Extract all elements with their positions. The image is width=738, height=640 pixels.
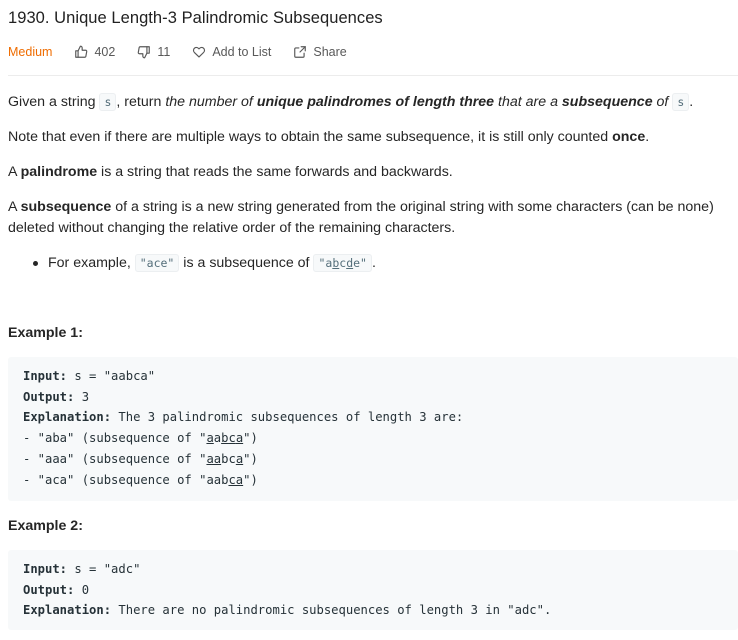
line-part: aab	[206, 472, 229, 487]
dislike-button[interactable]: 11	[137, 45, 170, 59]
thumbs-down-icon	[138, 46, 151, 59]
line-part: ")	[243, 431, 258, 446]
line-part-underlined: aa	[206, 451, 222, 466]
inline-code: "abcde"	[313, 254, 372, 272]
text: For example,	[48, 255, 135, 271]
thumbs-up-icon	[75, 45, 88, 58]
italic-text: that are a	[494, 94, 562, 110]
share-button[interactable]: Share	[293, 45, 347, 59]
bold-italic-text: subsequence	[561, 94, 653, 110]
explanation-value: The 3 palindromic subsequences of length…	[111, 410, 464, 425]
text: of a string is a new string generated fr…	[8, 199, 714, 236]
example-1-block: Input: s = "aabca" Output: 3 Explanation…	[8, 357, 738, 501]
input-value: s = "adc"	[67, 562, 141, 576]
line-part: - "aaa" (subsequence of "	[23, 451, 207, 466]
problem-title: 1930. Unique Length-3 Palindromic Subseq…	[8, 9, 383, 27]
explanation-line: - "aca" (subsequence of "aabca")	[23, 473, 258, 487]
example-2-block: Input: s = "adc" Output: 0 Explanation: …	[8, 550, 738, 630]
text: is a string that reads the same forwards…	[97, 164, 453, 180]
list-item: For example, "ace" is a subsequence of "…	[8, 253, 376, 274]
line-part: - "aba" (subsequence of "	[23, 431, 207, 446]
explanation-label: Explanation:	[23, 603, 112, 618]
example-2-title: Example 2:	[8, 518, 83, 534]
bold-text: palindrome	[20, 164, 98, 180]
dislike-count: 11	[157, 45, 171, 59]
output-value: 3	[74, 389, 90, 404]
statement-paragraph: Given a string s, return the number of u…	[8, 92, 738, 113]
input-label: Input:	[23, 369, 68, 383]
text: A	[8, 164, 21, 180]
output-label: Output:	[23, 582, 75, 597]
text: is a subsequence of	[179, 255, 314, 271]
share-label: Share	[313, 45, 347, 59]
like-count: 402	[94, 45, 116, 59]
bold-text: subsequence	[20, 199, 112, 215]
bullet-list: For example, "ace" is a subsequence of "…	[8, 253, 376, 274]
line-part-underlined: a	[206, 431, 214, 446]
explanation-line: - "aba" (subsequence of "aabca")	[23, 431, 258, 445]
bold-italic-text: unique palindromes of length three	[256, 94, 495, 110]
share-icon	[294, 46, 307, 58]
text: Given a string	[8, 94, 100, 110]
text: A	[8, 199, 21, 215]
like-button[interactable]: 402	[74, 45, 115, 59]
text: Note that even if there are multiple way…	[8, 129, 613, 145]
bold-text: once	[612, 129, 646, 145]
inline-code: "ace"	[134, 254, 180, 272]
explanation-value: There are no palindromic subsequences of…	[111, 603, 552, 618]
italic-text: the number of	[165, 94, 257, 110]
text: .	[371, 255, 376, 271]
explanation-line: - "aaa" (subsequence of "aabca")	[23, 452, 258, 466]
output-value: 0	[74, 582, 90, 597]
add-to-list-label: Add to List	[212, 45, 272, 59]
line-part-underlined: c	[228, 431, 236, 446]
inline-code: s	[99, 93, 117, 111]
subsequence-definition: A subsequence of a string is a new strin…	[8, 197, 738, 239]
inline-code: s	[672, 93, 690, 111]
difficulty-badge: Medium	[8, 45, 53, 59]
problem-meta-bar: Medium 402 11 Add to List Share	[8, 43, 369, 61]
text: .	[645, 129, 650, 145]
input-label: Input:	[23, 562, 68, 576]
code-part: e"	[353, 256, 367, 270]
line-part: - "aca" (subsequence of "	[23, 472, 207, 487]
line-part: bc	[221, 451, 236, 466]
heart-icon	[193, 46, 206, 58]
code-part: "a	[318, 256, 333, 270]
palindrome-definition: A palindrome is a string that reads the …	[8, 162, 453, 183]
line-part: ")	[243, 472, 258, 487]
output-label: Output:	[23, 389, 75, 404]
italic-text: of	[652, 94, 673, 110]
example-1-title: Example 1:	[8, 325, 83, 341]
header-divider	[8, 75, 738, 76]
text: , return	[116, 94, 166, 110]
list-item-text: For example, "ace" is a subsequence of "…	[48, 253, 376, 274]
line-part-underlined: ca	[228, 472, 244, 487]
add-to-list-button[interactable]: Add to List	[192, 45, 271, 59]
note-paragraph: Note that even if there are multiple way…	[8, 127, 649, 148]
explanation-label: Explanation:	[23, 410, 112, 425]
text: .	[689, 94, 694, 110]
line-part: ")	[243, 451, 258, 466]
input-value: s = "aabca"	[67, 369, 156, 383]
